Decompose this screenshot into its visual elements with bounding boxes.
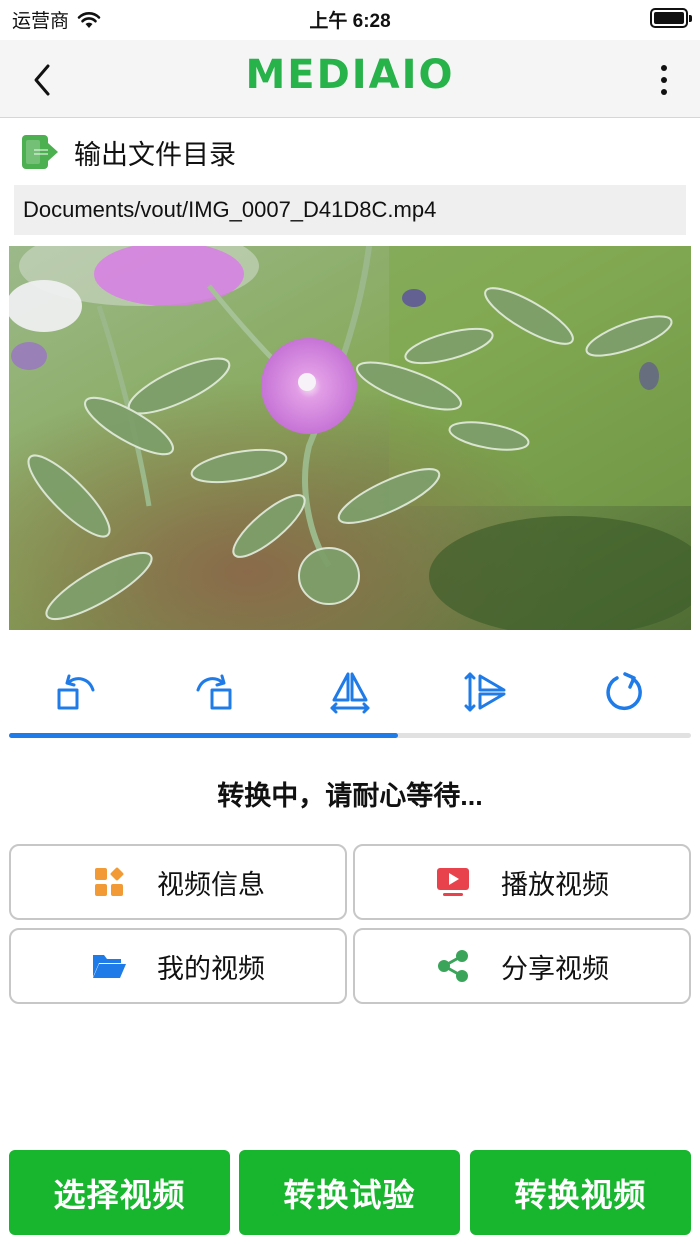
play-video-button[interactable]: 播放视频 (353, 844, 691, 920)
progress-bar (9, 733, 691, 738)
rotate-left-button[interactable] (47, 662, 107, 722)
battery-icon (650, 8, 692, 28)
rotate-right-icon (196, 674, 232, 710)
my-videos-label: 我的视频 (157, 953, 265, 984)
more-icon-dot (661, 89, 667, 95)
export-icon (22, 135, 58, 169)
output-path: Documents/vout/IMG_0007_D41D8C.mp4 (14, 185, 686, 235)
folder-icon (91, 948, 127, 984)
rotate-right-button[interactable] (184, 662, 244, 722)
rotate-left-icon (57, 674, 95, 710)
output-dir-row: 输出文件目录 (20, 130, 236, 174)
video-info-label: 视频信息 (157, 869, 265, 900)
play-video-icon (435, 864, 471, 900)
app-title: MEDIAIO (245, 52, 455, 98)
app-header: MEDIAIO (0, 40, 700, 118)
more-icon-dot (661, 65, 667, 71)
play-video-label: 播放视频 (501, 869, 609, 900)
share-icon (435, 948, 471, 984)
flip-vertical-icon (464, 672, 506, 712)
preview-image (9, 246, 691, 630)
reset-icon (606, 672, 642, 711)
more-icon-dot (661, 77, 667, 83)
flip-vertical-button[interactable] (456, 662, 516, 722)
test-convert-button[interactable]: 转换试验 (239, 1150, 460, 1235)
video-info-button[interactable]: 视频信息 (9, 844, 347, 920)
edit-toolbar (9, 662, 691, 722)
select-video-button[interactable]: 选择视频 (9, 1150, 230, 1235)
battery-fill (654, 12, 684, 24)
conversion-status: 转换中，请耐心等待... (217, 781, 483, 811)
status-time: 上午 6:28 (309, 11, 391, 32)
more-button[interactable] (654, 62, 674, 98)
status-bar: 运营商 上午 6:28 (0, 0, 700, 40)
share-video-label: 分享视频 (501, 953, 609, 984)
grid-icon (91, 864, 127, 900)
video-preview (9, 246, 691, 630)
flip-horizontal-button[interactable] (320, 662, 380, 722)
battery-nub (689, 15, 692, 22)
progress-fill (9, 733, 398, 738)
my-videos-button[interactable]: 我的视频 (9, 928, 347, 1004)
output-dir-label: 输出文件目录 (74, 139, 236, 170)
reset-button[interactable] (593, 662, 653, 722)
convert-video-button[interactable]: 转换视频 (470, 1150, 691, 1235)
share-video-button[interactable]: 分享视频 (353, 928, 691, 1004)
flip-horizontal-icon (330, 672, 370, 714)
